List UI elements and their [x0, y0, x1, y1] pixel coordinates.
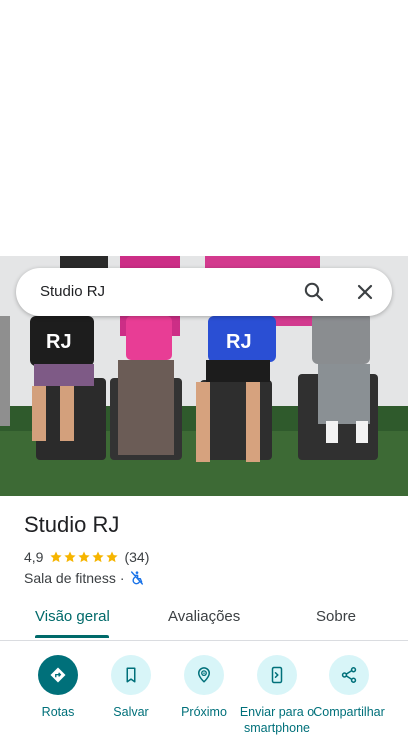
nearby-button[interactable]: Próximo — [164, 655, 244, 720]
bookmark-icon — [111, 655, 151, 695]
share-icon — [329, 655, 369, 695]
place-title: Studio RJ — [24, 512, 120, 537]
directions-button[interactable]: Rotas — [18, 655, 98, 720]
search-icon[interactable] — [302, 280, 326, 304]
no-wheelchair-access-icon — [129, 570, 145, 586]
star-icon — [50, 551, 63, 563]
nearby-label: Próximo — [181, 705, 227, 719]
tab-overview[interactable]: Visão geral — [35, 608, 110, 625]
send-to-phone-button[interactable]: Enviar para o smartphone — [237, 655, 317, 736]
shirt-lettering: RJ — [226, 331, 252, 353]
search-input[interactable]: Studio RJ — [40, 283, 105, 300]
rating-value: 4,9 — [24, 549, 44, 565]
category-row: Sala de fitness · — [24, 569, 145, 587]
send-to-phone-icon — [257, 655, 297, 695]
star-icon — [106, 551, 119, 563]
close-icon[interactable] — [353, 280, 377, 304]
share-label: Compartilhar — [313, 705, 385, 719]
nearby-icon — [184, 655, 224, 695]
save-button[interactable]: Salvar — [91, 655, 171, 720]
star-icon — [92, 551, 105, 563]
send-to-phone-label: Enviar para o smartphone — [239, 705, 315, 735]
shirt-lettering: RJ — [46, 331, 72, 353]
action-bar: Rotas Salvar Próximo Enviar para o smart… — [0, 655, 408, 752]
star-icon — [64, 551, 77, 563]
directions-icon — [38, 655, 78, 695]
tab-reviews[interactable]: Avaliações — [168, 608, 240, 625]
share-button[interactable]: Compartilhar — [309, 655, 389, 720]
tab-about[interactable]: Sobre — [316, 608, 356, 625]
divider — [0, 640, 408, 641]
directions-label: Rotas — [41, 705, 75, 719]
rating-row[interactable]: 4,9 (34) — [24, 548, 149, 566]
reviews-count[interactable]: (34) — [124, 549, 149, 565]
star-rating — [49, 550, 119, 564]
place-category: Sala de fitness — [24, 570, 116, 586]
blank-map-area — [0, 0, 408, 256]
active-tab-indicator — [35, 635, 109, 638]
separator-dot: · — [119, 570, 125, 586]
search-bar[interactable]: Studio RJ — [16, 268, 392, 316]
place-tabs: Visão geral Avaliações Sobre — [0, 600, 408, 640]
star-icon — [78, 551, 91, 563]
save-label: Salvar — [113, 705, 149, 719]
